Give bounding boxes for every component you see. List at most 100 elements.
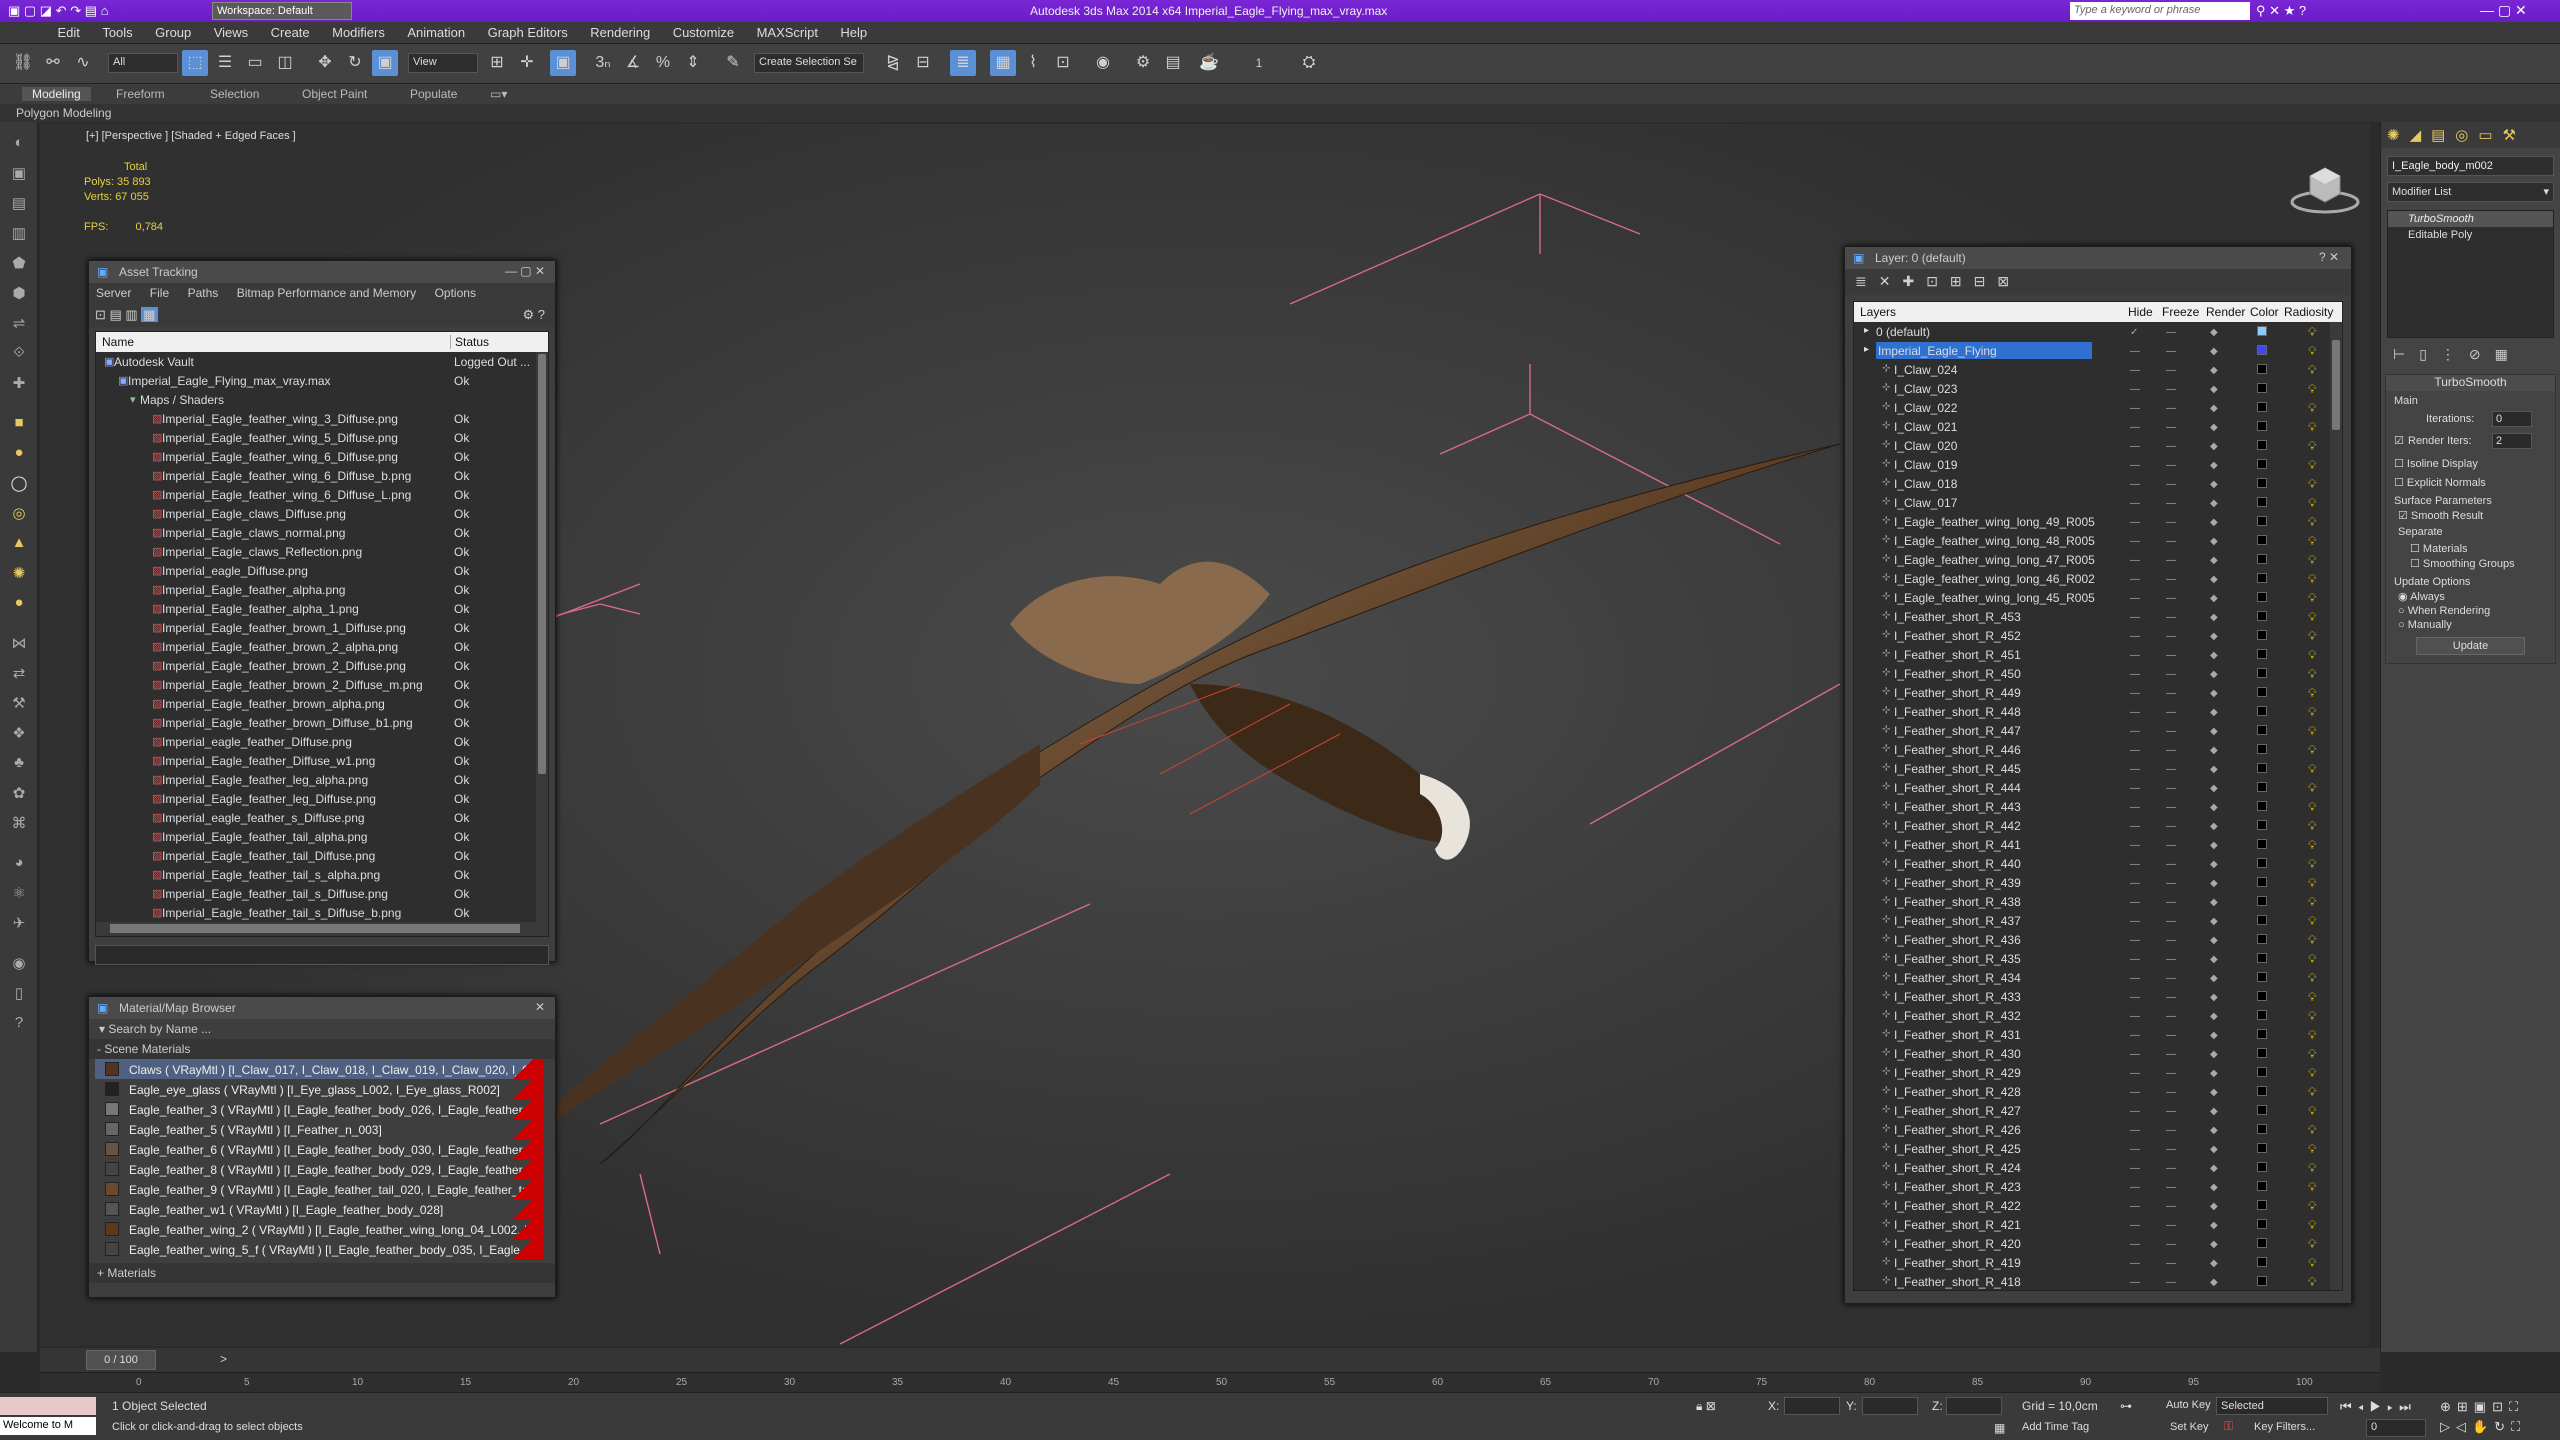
- time-slider[interactable]: 0 / 100 >: [40, 1348, 2380, 1372]
- hide-toggle-icon[interactable]: —: [2130, 1087, 2140, 1098]
- asset-row[interactable]: ▣ Autodesk Vault Logged Out ...: [96, 352, 548, 371]
- hide-toggle-icon[interactable]: —: [2130, 802, 2140, 813]
- asset-tree[interactable]: Name Status ▣ Autodesk Vault Logged Out ..…: [95, 331, 549, 937]
- layer-row[interactable]: ⊹ I_Claw_023 — — ◆ 💡︎: [1854, 379, 2342, 398]
- add-time-tag-icon[interactable]: ▦: [1994, 1421, 2005, 1435]
- asset-row[interactable]: ▨ Imperial_Eagle_claws_normal.png Ok: [96, 523, 548, 542]
- layer-node-icon[interactable]: ⊹: [1882, 686, 1890, 697]
- tool-icon-3[interactable]: ▤: [7, 194, 31, 216]
- layer-row[interactable]: ⊹ I_Feather_short_R_452 — — ◆ 💡︎: [1854, 626, 2342, 645]
- torus-icon[interactable]: ◎: [7, 504, 31, 526]
- freeze-toggle-icon[interactable]: —: [2166, 1144, 2176, 1155]
- freeze-toggle-icon[interactable]: —: [2166, 460, 2176, 471]
- layer-node-icon[interactable]: ⊹: [1882, 1218, 1890, 1229]
- freeze-toggle-icon[interactable]: —: [2166, 688, 2176, 699]
- layer-color-swatch[interactable]: [2257, 934, 2267, 944]
- layer-color-swatch[interactable]: [2257, 421, 2267, 431]
- tool-icon-6[interactable]: ⬢: [7, 284, 31, 306]
- hide-toggle-icon[interactable]: —: [2130, 441, 2140, 452]
- layer-node-icon[interactable]: ⊹: [1882, 800, 1890, 811]
- layer-row[interactable]: ⊹ I_Feather_short_R_435 — — ◆ 💡︎: [1854, 949, 2342, 968]
- command-tab-icons[interactable]: ✺◢▤◎▭⚒: [2387, 126, 2526, 144]
- tool-icon-1[interactable]: ◐: [7, 134, 31, 156]
- layer-color-swatch[interactable]: [2257, 364, 2267, 374]
- asset-row[interactable]: ▨ Imperial_Eagle_feather_wing_5_Diffuse.p…: [96, 428, 548, 447]
- material-search-input[interactable]: Search by Name ...: [108, 1022, 211, 1036]
- layer-node-icon[interactable]: ⊹: [1882, 1237, 1890, 1248]
- layer-color-swatch[interactable]: [2257, 953, 2267, 963]
- freeze-toggle-icon[interactable]: —: [2166, 935, 2176, 946]
- next-frame-icon[interactable]: >: [220, 1352, 227, 1366]
- render-iterative-icon[interactable]: ⛭: [1296, 50, 1322, 76]
- menu-help[interactable]: Help: [831, 22, 876, 43]
- named-selection-dropdown[interactable]: Create Selection Se: [754, 53, 864, 73]
- radiosity-bulb-icon[interactable]: 💡︎: [2308, 610, 2316, 625]
- hide-toggle-icon[interactable]: —: [2130, 669, 2140, 680]
- layer-color-swatch[interactable]: [2257, 573, 2267, 583]
- layer-row[interactable]: ⊹ I_Feather_short_R_431 — — ◆ 💡︎: [1854, 1025, 2342, 1044]
- hide-toggle-icon[interactable]: —: [2130, 612, 2140, 623]
- hide-toggle-icon[interactable]: —: [2130, 707, 2140, 718]
- freeze-toggle-icon[interactable]: —: [2166, 384, 2176, 395]
- layer-color-swatch[interactable]: [2257, 497, 2267, 507]
- update-button[interactable]: Update: [2416, 637, 2525, 655]
- window-controls[interactable]: ? ✕: [2319, 250, 2339, 264]
- asset-menu-options[interactable]: Options: [428, 283, 483, 303]
- layer-row[interactable]: ⊹ I_Feather_short_R_442 — — ◆ 💡︎: [1854, 816, 2342, 835]
- layer-color-swatch[interactable]: [2257, 1257, 2267, 1267]
- layer-row[interactable]: ⊹ I_Feather_short_R_438 — — ◆ 💡︎: [1854, 892, 2342, 911]
- radiosity-bulb-icon[interactable]: 💡︎: [2308, 553, 2316, 568]
- z-input[interactable]: [1946, 1397, 2002, 1415]
- maxscript-listener[interactable]: [0, 1397, 96, 1415]
- asset-row[interactable]: ▨ Imperial_Eagle_feather_wing_6_Diffuse.p…: [96, 447, 548, 466]
- hide-toggle-icon[interactable]: —: [2130, 1106, 2140, 1117]
- radiosity-bulb-icon[interactable]: 💡︎: [2308, 838, 2316, 853]
- layer-node-icon[interactable]: ⊹: [1882, 895, 1890, 906]
- layer-row[interactable]: ⊹ I_Feather_short_R_446 — — ◆ 💡︎: [1854, 740, 2342, 759]
- hide-toggle-icon[interactable]: —: [2130, 935, 2140, 946]
- tool-icon-25[interactable]: ✈: [7, 914, 31, 936]
- layer-row[interactable]: ⊹ I_Claw_020 — — ◆ 💡︎: [1854, 436, 2342, 455]
- layer-node-icon[interactable]: ⊹: [1882, 914, 1890, 925]
- asset-row[interactable]: ▾ Maps / Shaders: [96, 390, 548, 409]
- radiosity-bulb-icon[interactable]: 💡︎: [2308, 325, 2316, 340]
- layer-node-icon[interactable]: ⊹: [1882, 648, 1890, 659]
- freeze-toggle-icon[interactable]: —: [2166, 669, 2176, 680]
- col-freeze[interactable]: Freeze: [2162, 305, 2199, 319]
- hide-toggle-icon[interactable]: —: [2130, 821, 2140, 832]
- layer-color-swatch[interactable]: [2257, 972, 2267, 982]
- freeze-toggle-icon[interactable]: —: [2166, 612, 2176, 623]
- bind-spacewarp-icon[interactable]: ∿: [70, 50, 96, 76]
- move-icon[interactable]: ✥: [312, 50, 338, 76]
- freeze-toggle-icon[interactable]: —: [2166, 764, 2176, 775]
- layer-row[interactable]: ⊹ I_Feather_short_R_418 — — ◆ 💡︎: [1854, 1272, 2342, 1290]
- radiosity-bulb-icon[interactable]: 💡︎: [2308, 591, 2316, 606]
- layer-color-swatch[interactable]: [2257, 402, 2267, 412]
- render-toggle-icon[interactable]: ◆: [2210, 745, 2218, 756]
- layer-row[interactable]: ⊹ I_Feather_short_R_423 — — ◆ 💡︎: [1854, 1177, 2342, 1196]
- radiosity-bulb-icon[interactable]: 💡︎: [2308, 1104, 2316, 1119]
- layer-node-icon[interactable]: ⊹: [1882, 876, 1890, 887]
- tool-icon-19[interactable]: ❖: [7, 724, 31, 746]
- asset-row[interactable]: ▨ Imperial_Eagle_feather_alpha_1.png Ok: [96, 599, 548, 618]
- render-toggle-icon[interactable]: ◆: [2210, 612, 2218, 623]
- tool-icon-21[interactable]: ✿: [7, 784, 31, 806]
- select-by-name-icon[interactable]: ☰: [212, 50, 238, 76]
- freeze-toggle-icon[interactable]: —: [2166, 327, 2176, 338]
- hide-toggle-icon[interactable]: —: [2130, 897, 2140, 908]
- asset-menu-file[interactable]: File: [143, 283, 176, 303]
- layer-node-icon[interactable]: ⊹: [1882, 515, 1890, 526]
- radiosity-bulb-icon[interactable]: 💡︎: [2308, 914, 2316, 929]
- hide-toggle-icon[interactable]: —: [2130, 1144, 2140, 1155]
- rollout-title[interactable]: TurboSmooth: [2386, 375, 2555, 391]
- layer-row[interactable]: ⊹ I_Feather_short_R_432 — — ◆ 💡︎: [1854, 1006, 2342, 1025]
- maxscript-welcome[interactable]: Welcome to M: [0, 1417, 96, 1435]
- asset-menu-server[interactable]: Server: [89, 283, 138, 303]
- radiosity-bulb-icon[interactable]: 💡︎: [2308, 1047, 2316, 1062]
- freeze-toggle-icon[interactable]: —: [2166, 1068, 2176, 1079]
- tool-icon-2[interactable]: ▣: [7, 164, 31, 186]
- materials-group[interactable]: + Materials: [89, 1263, 555, 1283]
- hide-toggle-icon[interactable]: —: [2130, 859, 2140, 870]
- layer-row[interactable]: ⊹ I_Feather_short_R_434 — — ◆ 💡︎: [1854, 968, 2342, 987]
- layer-row[interactable]: ⊹ I_Claw_018 — — ◆ 💡︎: [1854, 474, 2342, 493]
